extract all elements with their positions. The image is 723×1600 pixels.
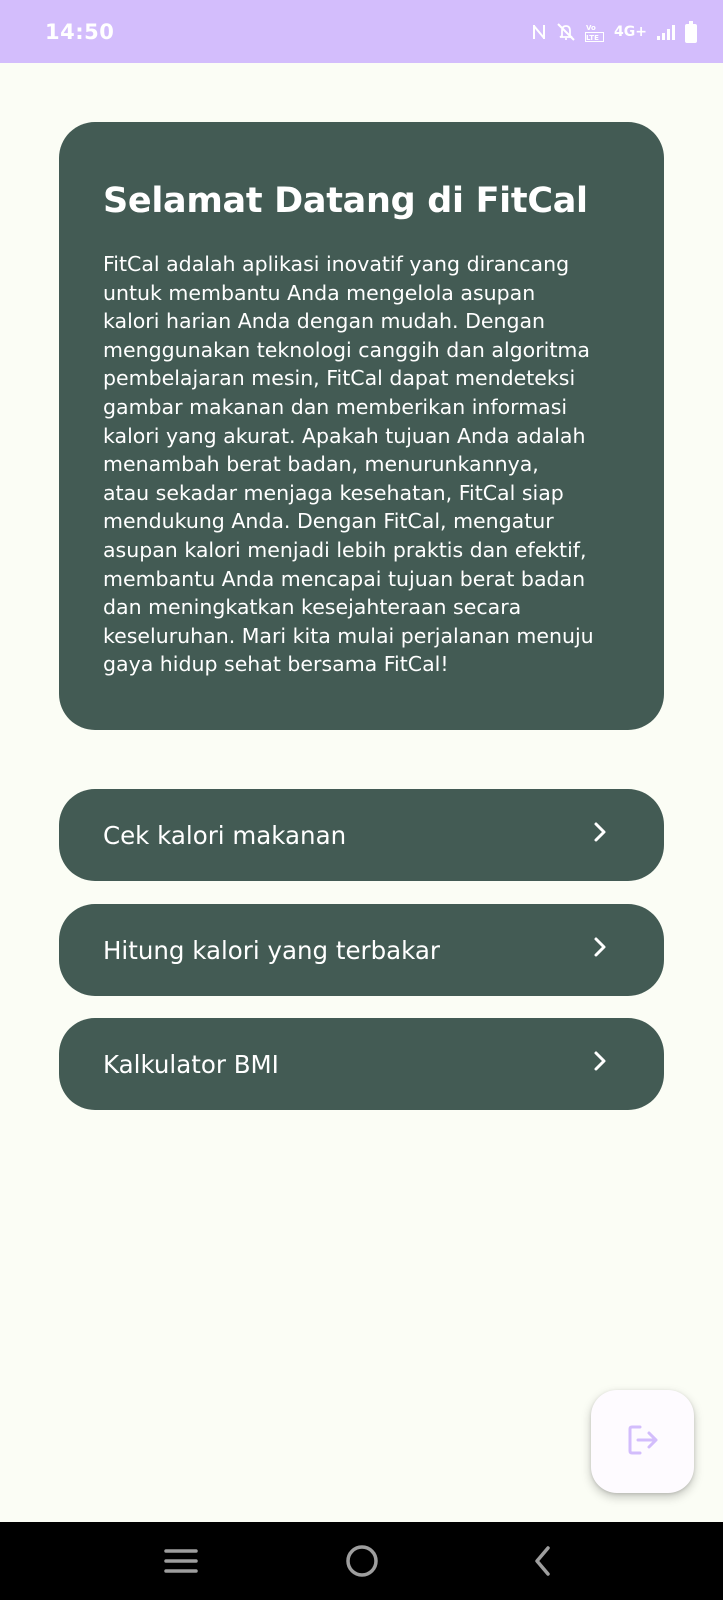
home-icon[interactable]: [332, 1531, 392, 1591]
nfc-icon: [531, 23, 547, 41]
logout-icon: [625, 1422, 661, 1462]
menu-item-label: Kalkulator BMI: [103, 1049, 279, 1079]
chevron-right-icon: [592, 820, 608, 850]
battery-icon: [685, 20, 697, 43]
svg-text:LTE: LTE: [586, 34, 599, 42]
navigation-bar: [0, 1522, 723, 1600]
welcome-card: Selamat Datang di FitCal FitCal adalah a…: [59, 122, 664, 730]
volte-icon: Vo LTE: [585, 22, 605, 42]
svg-text:Vo: Vo: [586, 24, 596, 32]
menu-item-label: Hitung kalori yang terbakar: [103, 935, 441, 965]
hitung-kalori-terbakar-button[interactable]: Hitung kalori yang terbakar: [59, 904, 664, 996]
welcome-description: FitCal adalah aplikasi inovatif yang dir…: [103, 252, 594, 677]
menu-icon[interactable]: [151, 1531, 211, 1591]
signal-icon: [656, 23, 676, 41]
menu-item-label: Cek kalori makanan: [103, 820, 347, 850]
welcome-title: Selamat Datang di FitCal: [103, 181, 588, 221]
status-icons: Vo LTE 4G+: [531, 20, 697, 43]
network-label: 4G+: [614, 23, 647, 40]
kalkulator-bmi-button[interactable]: Kalkulator BMI: [59, 1018, 664, 1110]
logout-button[interactable]: [591, 1390, 694, 1493]
mute-icon: [556, 22, 576, 42]
chevron-right-icon: [592, 1049, 608, 1079]
back-icon[interactable]: [513, 1531, 573, 1591]
cek-kalori-makanan-button[interactable]: Cek kalori makanan: [59, 789, 664, 881]
status-time: 14:50: [45, 19, 115, 44]
status-bar: 14:50 Vo LTE 4G+: [0, 0, 723, 63]
chevron-right-icon: [592, 935, 608, 965]
